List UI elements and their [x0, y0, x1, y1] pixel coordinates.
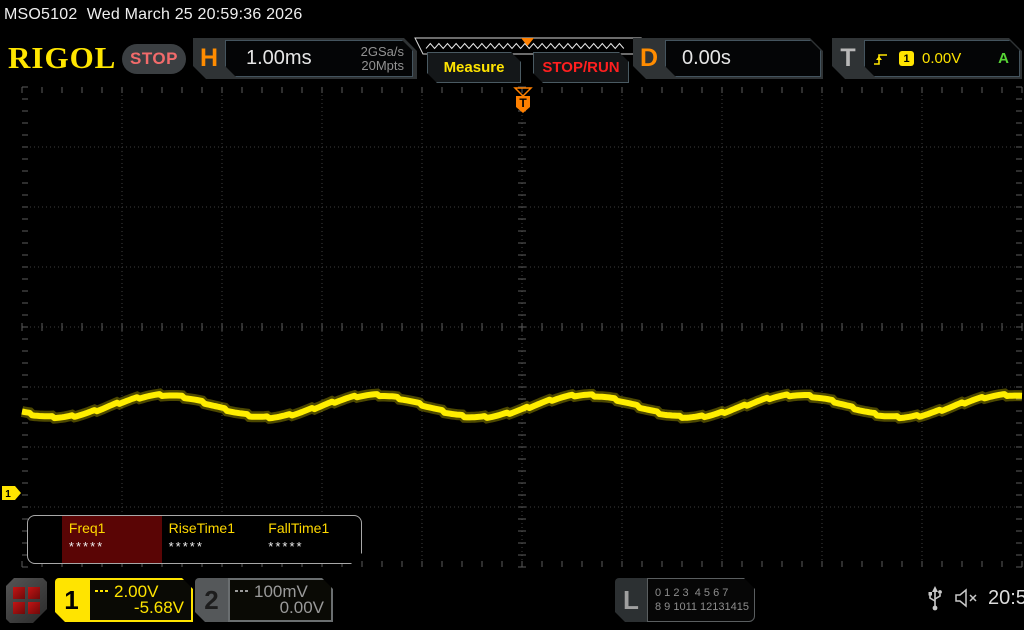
rigol-logo: RIGOL — [8, 40, 117, 75]
measurement-risetime1[interactable]: RiseTime1 ***** — [162, 516, 262, 563]
usb-icon — [928, 586, 942, 611]
stop-run-button[interactable]: STOP/RUN — [533, 52, 629, 83]
channel-1-tab[interactable]: 1 — [55, 578, 88, 622]
channel-2-offset: 0.00V — [279, 598, 324, 617]
horizontal-settings-block[interactable]: H 1.00ms 2GSa/s 20Mpts — [193, 38, 417, 79]
ch1-ground-marker[interactable]: 1 — [2, 486, 21, 500]
sample-rate: 2GSa/s — [360, 43, 404, 59]
svg-text:1: 1 — [5, 489, 11, 500]
titlebar: MSO5102 Wed March 25 20:59:36 2026 — [4, 6, 302, 24]
delay-value: 0.00s — [682, 47, 731, 69]
timebase-value: 1.00ms — [246, 47, 312, 69]
trigger-label: T — [840, 44, 856, 72]
channel-2-tab[interactable]: 2 — [195, 578, 228, 622]
menu-grid-icon — [13, 587, 40, 614]
digital-channels-row1: 0 1 2 3 4 5 6 7 — [655, 587, 729, 599]
measurement-panel: Freq1 ***** RiseTime1 ***** FallTime1 **… — [27, 515, 362, 564]
menu-button[interactable] — [6, 578, 47, 623]
run-state-badge: STOP — [122, 44, 186, 74]
channel-2-control[interactable]: 2 100mV 0.00V — [195, 578, 333, 622]
measurement-freq1[interactable]: Freq1 ***** — [62, 516, 162, 563]
horizontal-label: H — [199, 44, 219, 72]
svg-text:T: T — [519, 96, 527, 110]
status-icons: 20:59 — [926, 584, 1024, 612]
ch1-trace — [21, 391, 1023, 422]
datetime-text: Wed March 25 20:59:36 2026 — [86, 6, 303, 23]
digital-channels-row2: 8 9 1011 12131415 — [655, 601, 749, 613]
channel-1-offset: -5.68V — [133, 598, 184, 617]
oscilloscope-screen: MSO5102 Wed March 25 20:59:36 2026 RIGOL… — [0, 0, 1024, 630]
trigger-block[interactable]: T 1 0.00V A — [832, 38, 1022, 79]
trigger-position-marker[interactable]: T — [513, 87, 533, 113]
channel-1-control[interactable]: 1 2.00V -5.68V — [55, 578, 193, 622]
delay-block[interactable]: D 0.00s — [633, 38, 823, 79]
trigger-level-value: 0.00V — [922, 50, 962, 67]
rising-edge-trigger-icon — [873, 51, 889, 67]
clock-text: 20:59 — [988, 586, 1024, 609]
dc-coupling-icon — [235, 588, 249, 592]
trigger-sweep-mode: A — [998, 50, 1009, 67]
logic-analyzer-tab[interactable]: L — [615, 578, 647, 622]
ch1-trace-glow — [20, 388, 1023, 425]
speaker-muted-icon — [955, 588, 977, 608]
measurement-falltime1[interactable]: FallTime1 ***** — [261, 516, 361, 563]
trigger-source-badge: 1 — [899, 51, 914, 66]
measure-button[interactable]: Measure — [427, 52, 521, 83]
delay-label: D — [639, 44, 659, 72]
logic-analyzer-control[interactable]: L 0 1 2 3 4 5 6 7 8 9 1011 12131415 — [615, 578, 755, 622]
model-name: MSO5102 — [4, 6, 78, 23]
memory-depth: 20Mpts — [361, 57, 404, 73]
dc-coupling-icon — [95, 588, 109, 592]
